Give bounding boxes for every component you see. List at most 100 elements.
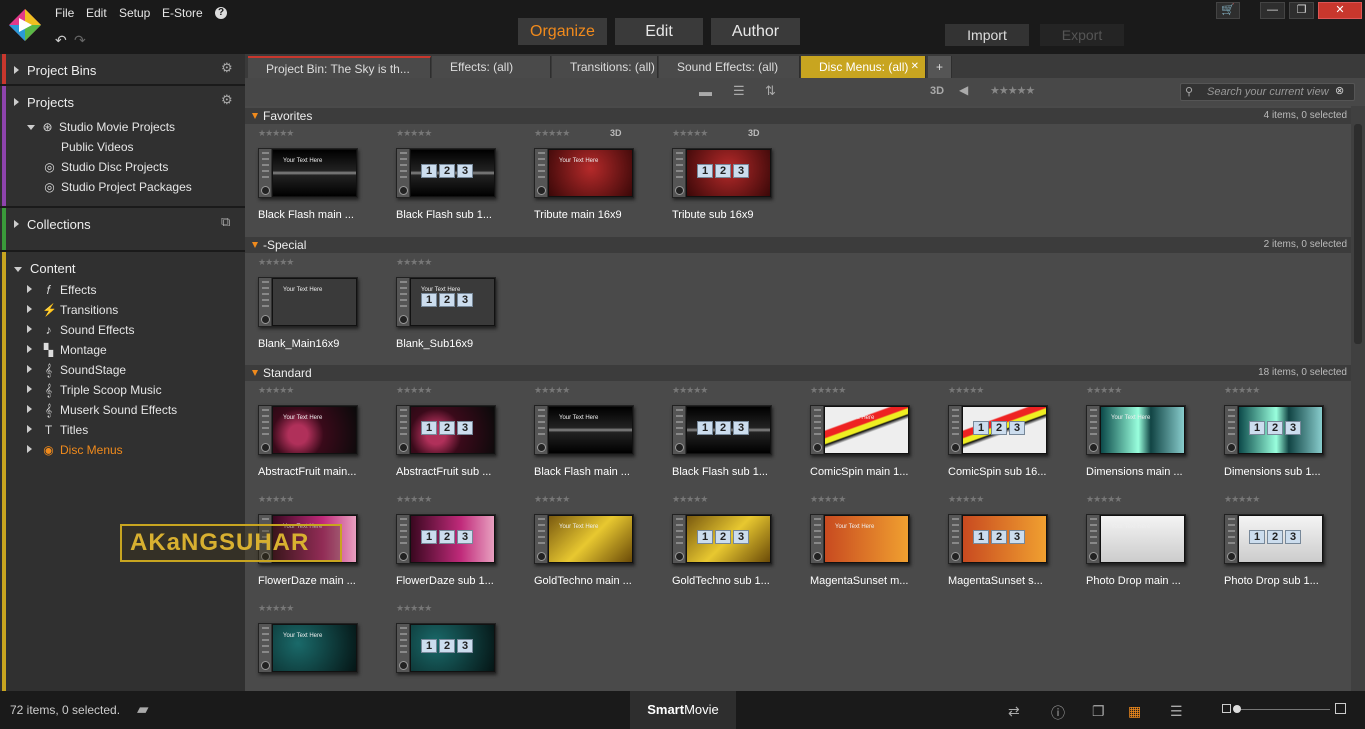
menu-thumbnail[interactable]: Your Text Here xyxy=(534,514,634,564)
menu-file[interactable]: File xyxy=(55,6,74,20)
restore-icon[interactable]: ❐ xyxy=(1289,2,1314,19)
library-item[interactable]: ★★★★★ Your Text Here Dimensions main ... xyxy=(1086,385,1210,485)
menu-thumbnail[interactable]: 123 xyxy=(672,405,772,455)
collapse-icon[interactable] xyxy=(252,242,258,248)
library-item[interactable]: ★★★★★ Your Text Here Photo Drop main ... xyxy=(1086,494,1210,594)
3d-filter[interactable]: 3D xyxy=(930,85,944,97)
rating-stars[interactable]: ★★★★★ xyxy=(948,385,984,396)
content-item-transitions[interactable]: ⚡ Transitions xyxy=(27,303,118,317)
projects-settings-icon[interactable]: ⚙ xyxy=(221,92,239,107)
menu-thumbnail[interactable]: 123 xyxy=(396,148,496,198)
sort-icon[interactable]: ⇅ xyxy=(765,83,776,99)
clear-search-icon[interactable]: ⊗ xyxy=(1335,84,1344,97)
content-item-soundstage[interactable]: 𝄞 SoundStage xyxy=(27,363,126,378)
menu-estore[interactable]: E-Store xyxy=(162,6,203,20)
library-item[interactable]: ★★★★★ Your Text Here xyxy=(258,603,382,703)
projects-item-public-videos[interactable]: Public Videos xyxy=(61,140,134,154)
library-item[interactable]: ★★★★★ 1 2 3 ComicSpin sub 16... xyxy=(948,385,1072,485)
rating-stars[interactable]: ★★★★★ xyxy=(948,494,984,505)
rating-stars[interactable]: ★★★★★ xyxy=(672,494,708,505)
menu-thumbnail[interactable]: Your Text Here xyxy=(258,148,358,198)
menu-thumbnail[interactable]: 123 xyxy=(396,405,496,455)
rating-stars[interactable]: ★★★★★ xyxy=(258,385,294,396)
projects-item-movie[interactable]: ⊛ Studio Movie Projects xyxy=(27,120,175,134)
projects-item-disc[interactable]: ◎ Studio Disc Projects xyxy=(43,160,168,174)
menu-thumbnail[interactable]: 123 xyxy=(672,514,772,564)
rating-stars[interactable]: ★★★★★ xyxy=(672,385,708,396)
rating-stars[interactable]: ★★★★★ xyxy=(1224,494,1260,505)
library-item[interactable]: ★★★★★ 1 2 3 GoldTechno sub 1... xyxy=(672,494,796,594)
rating-stars[interactable]: ★★★★★ xyxy=(258,494,294,505)
content-item-muserk-sound-effects[interactable]: 𝄞 Muserk Sound Effects xyxy=(27,403,177,418)
rating-stars[interactable]: ★★★★★ xyxy=(258,257,294,268)
search-icon[interactable]: ⚲ xyxy=(1185,85,1193,98)
rating-stars[interactable]: ★★★★★ xyxy=(396,128,432,139)
rating-stars[interactable]: ★★★★★ xyxy=(534,494,570,505)
rating-stars[interactable]: ★★★★★ xyxy=(810,494,846,505)
menu-thumbnail[interactable]: 123 xyxy=(672,148,772,198)
menu-thumbnail[interactable]: Your Text Here xyxy=(810,405,910,455)
content-item-titles[interactable]: T Titles xyxy=(27,423,88,437)
rating-stars[interactable]: ★★★★★ xyxy=(396,603,432,614)
list-view-icon[interactable]: ☰ xyxy=(733,83,745,99)
rating-stars[interactable]: ★★★★★ xyxy=(396,494,432,505)
smartmovie-button[interactable]: SmartMovie xyxy=(630,691,736,729)
rating-stars[interactable]: ★★★★★ xyxy=(672,128,708,139)
rating-stars[interactable]: ★★★★★ xyxy=(258,128,294,139)
menu-thumbnail[interactable]: 123 xyxy=(1224,514,1324,564)
menu-thumbnail[interactable]: Your Text Here xyxy=(534,148,634,198)
close-tab-icon[interactable]: ✕ xyxy=(911,56,919,78)
group-header[interactable]: -Special 2 items, 0 selected xyxy=(245,237,1351,253)
collections-settings-icon[interactable]: ⧉ xyxy=(221,214,239,229)
tab-sound-effects[interactable]: Sound Effects: (all) xyxy=(659,56,800,78)
chat-icon[interactable]: ▰ xyxy=(137,700,149,718)
search-input[interactable]: Search your current view xyxy=(1180,83,1355,101)
menu-thumbnail[interactable]: Your Text Here xyxy=(534,405,634,455)
info-icon[interactable]: ⓘ xyxy=(1051,703,1065,723)
content-item-triple-scoop-music[interactable]: 𝄞 Triple Scoop Music xyxy=(27,383,162,398)
zoom-slider-handle[interactable] xyxy=(1233,705,1241,713)
tab-author[interactable]: Author xyxy=(711,18,800,45)
rating-filter-stars[interactable]: ★★★★★ xyxy=(990,84,1035,97)
menu-setup[interactable]: Setup xyxy=(119,6,150,20)
library-item[interactable]: ★★★★★ 1 2 3 FlowerDaze sub 1... xyxy=(396,494,520,594)
zoom-large-icon[interactable] xyxy=(1335,703,1346,714)
menu-thumbnail[interactable]: Your Text Here xyxy=(1086,405,1186,455)
sync-icon[interactable]: ⇄ xyxy=(1008,703,1020,720)
details-view-icon[interactable]: ☰ xyxy=(1170,703,1183,720)
library-item[interactable]: ★★★★★ 1 2 3 AbstractFruit sub ... xyxy=(396,385,520,485)
folder-icon[interactable]: ▬ xyxy=(699,84,712,99)
add-tab-icon[interactable]: + xyxy=(928,56,952,78)
collapse-icon[interactable] xyxy=(252,370,258,376)
import-button[interactable]: Import xyxy=(945,24,1029,46)
menu-thumbnail[interactable]: Your Text Here xyxy=(258,405,358,455)
stack-icon[interactable]: ❐ xyxy=(1092,703,1105,720)
undo-icon[interactable]: ↶ xyxy=(55,32,67,49)
projects-header[interactable]: Projects xyxy=(14,95,74,110)
close-icon[interactable]: ✕ xyxy=(1318,2,1362,19)
content-item-sound-effects[interactable]: ♪ Sound Effects xyxy=(27,323,135,337)
menu-thumbnail[interactable]: Your Text Here xyxy=(258,623,358,673)
tab-edit[interactable]: Edit xyxy=(615,18,703,45)
menu-thumbnail[interactable]: Your Text Here xyxy=(1086,514,1186,564)
menu-thumbnail[interactable]: 123 xyxy=(948,405,1048,455)
library-item[interactable]: ★★★★★ 3D 1 2 3 Tribute sub 16x9 xyxy=(672,128,796,228)
rating-stars[interactable]: ★★★★★ xyxy=(1224,385,1260,396)
content-header[interactable]: Content xyxy=(14,261,76,276)
content-item-disc-menus[interactable]: ◉ Disc Menus xyxy=(27,443,123,457)
bins-settings-icon[interactable]: ⚙ xyxy=(221,60,239,75)
tag-icon[interactable]: ◀ xyxy=(959,83,968,97)
library-item[interactable]: ★★★★★ Your Text Here Blank_Main16x9 xyxy=(258,257,382,357)
library-item[interactable]: ★★★★★ Your Text Here MagentaSunset m... xyxy=(810,494,934,594)
zoom-slider[interactable] xyxy=(1234,709,1330,710)
library-item[interactable]: ★★★★★ Your Text Here AbstractFruit main... xyxy=(258,385,382,485)
rating-stars[interactable]: ★★★★★ xyxy=(534,128,570,139)
tab-transitions[interactable]: Transitions: (all) xyxy=(552,56,658,78)
menu-thumbnail[interactable]: Your Text Here xyxy=(810,514,910,564)
library-item[interactable]: ★★★★★ 3D Your Text Here Tribute main 16x9 xyxy=(534,128,658,228)
menu-thumbnail[interactable]: 123 xyxy=(396,623,496,673)
rating-stars[interactable]: ★★★★★ xyxy=(258,603,294,614)
rating-stars[interactable]: ★★★★★ xyxy=(1086,494,1122,505)
library-item[interactable]: ★★★★★ 1 2 3 Black Flash sub 1... xyxy=(396,128,520,228)
project-bins-header[interactable]: Project Bins xyxy=(14,63,96,78)
